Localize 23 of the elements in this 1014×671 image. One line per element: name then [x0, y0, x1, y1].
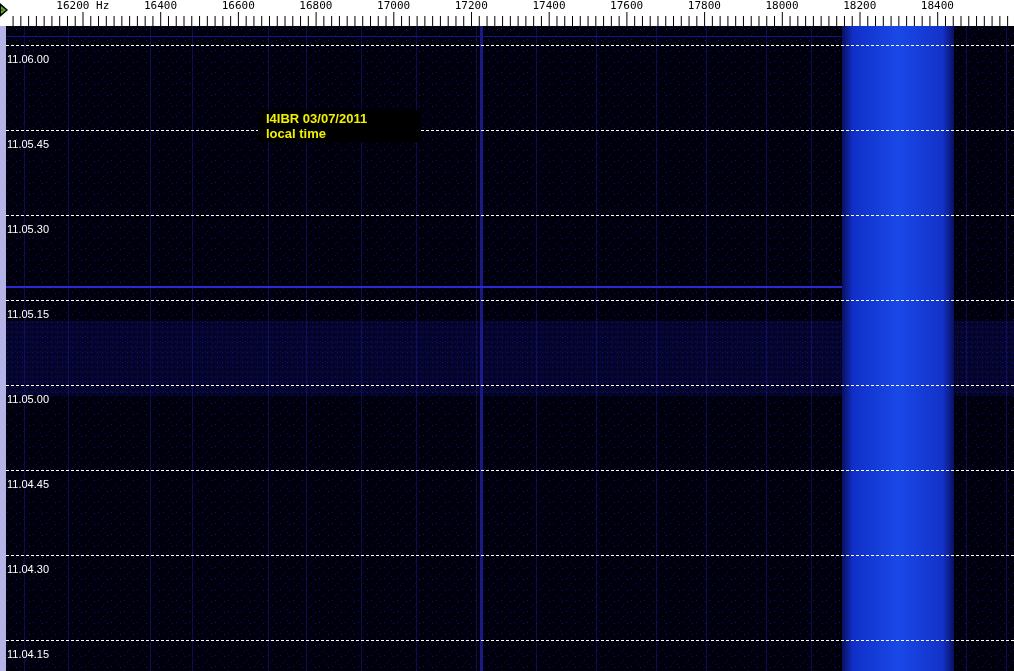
time-label: 11.04.15: [7, 648, 49, 660]
frequency-label: 16600: [220, 0, 256, 12]
time-label: 11.05.30: [7, 223, 49, 235]
time-label: 11.05.15: [7, 308, 49, 320]
annotation-text: I4IBR 03/07/2011: [266, 111, 369, 126]
frequency-label: 18200: [842, 0, 878, 12]
frequency-label: 17800: [686, 0, 722, 12]
time-label: 11.06.00: [7, 53, 49, 65]
frequency-label: 16200 Hz: [55, 0, 111, 12]
frequency-label: 16800: [298, 0, 334, 12]
frequency-label: 18400: [919, 0, 955, 12]
frequency-label: 17600: [609, 0, 645, 12]
frequency-label: 17200: [453, 0, 489, 12]
marker-icon[interactable]: [0, 3, 8, 17]
frequency-label: 18000: [764, 0, 800, 12]
time-label: 11.04.30: [7, 563, 49, 575]
time-label: 11.05.45: [7, 138, 49, 150]
time-label: 11.04.45: [7, 478, 49, 490]
time-label: 11.05.00: [7, 393, 49, 405]
frequency-label: 17000: [376, 0, 412, 12]
frequency-label: 16400: [142, 0, 179, 12]
annotation-text: local time: [266, 126, 327, 141]
frequency-label: 17400: [531, 0, 567, 12]
